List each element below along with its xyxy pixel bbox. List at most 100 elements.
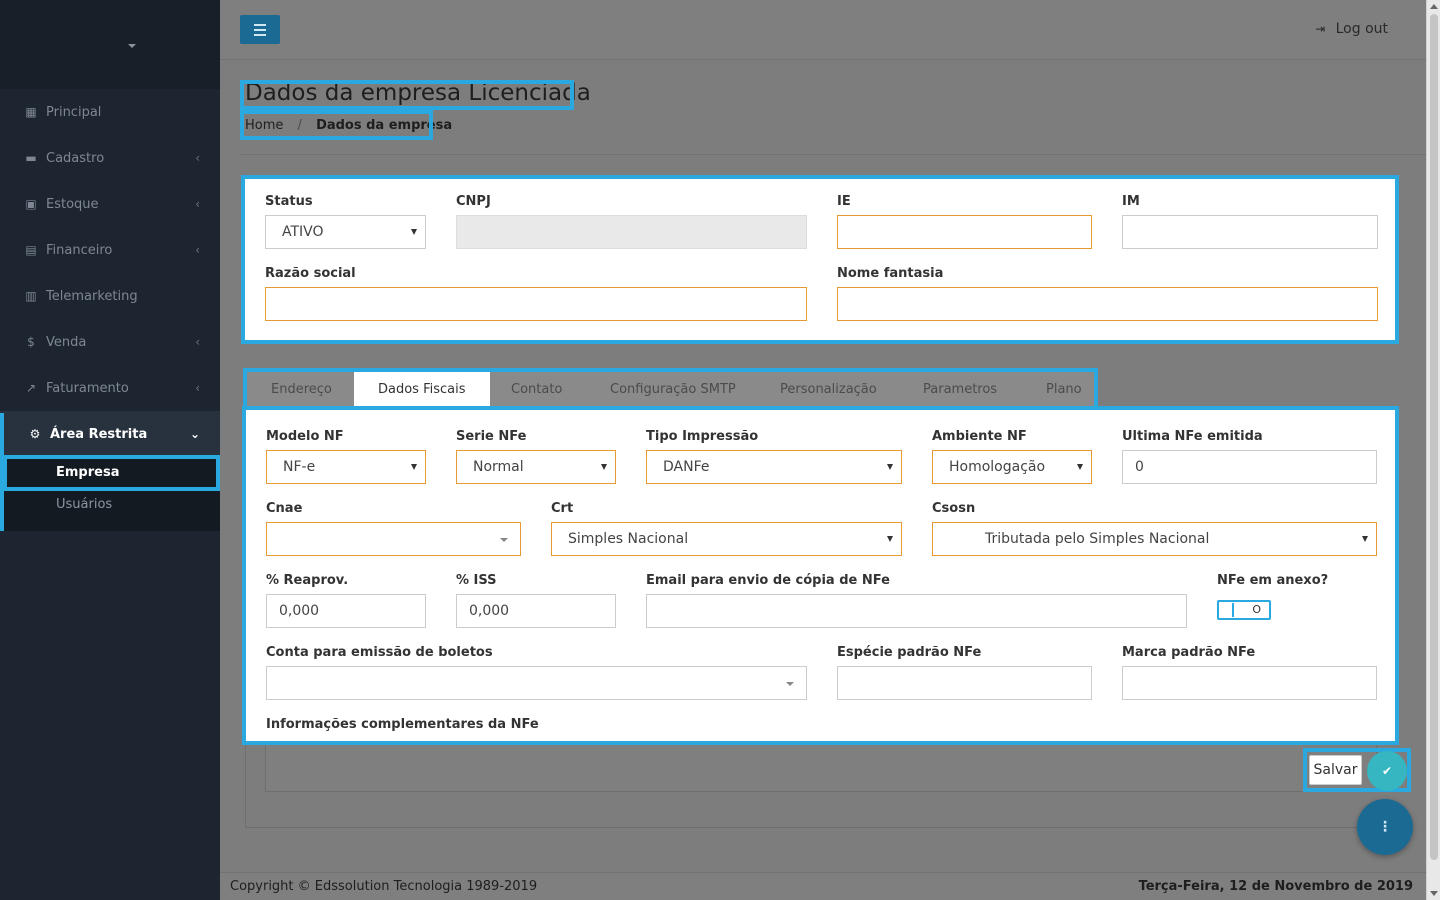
breadcrumb: Home / Dados da empresa (245, 118, 452, 133)
crt-select[interactable]: Simples Nacional (551, 522, 902, 556)
calendar-icon: ▥ (25, 289, 37, 303)
sidebar-item-estoque[interactable]: ▣ Estoque ‹ (0, 181, 220, 227)
sidebar-item-principal[interactable]: ▦ Principal (0, 89, 220, 135)
ultima-nfe-field[interactable]: 0 (1122, 450, 1377, 484)
sidebar-subitem-usuarios[interactable]: Usuários (56, 497, 112, 512)
info-complementares-textarea[interactable] (265, 742, 1377, 792)
sidebar-item-cadastro[interactable]: ▬ Cadastro ‹ (0, 135, 220, 181)
save-button[interactable]: Salvar (1309, 755, 1362, 785)
sidebar-item-label: Principal (46, 104, 102, 120)
tipo-impressao-value: DANFe (663, 459, 710, 475)
sidebar-item-label: Cadastro (46, 150, 105, 166)
ambiente-nf-value: Homologação (949, 459, 1046, 475)
status-label: Status (265, 194, 313, 209)
cnae-select[interactable] (266, 522, 521, 556)
breadcrumb-separator: / (297, 118, 302, 133)
sidebar-item-label: Faturamento (46, 380, 129, 396)
gears-icon: ⚙ (29, 427, 41, 441)
especie-padrao-label: Espécie padrão NFe (837, 645, 982, 660)
sidebar-item-area-restrita[interactable]: ⚙ Área Restrita ⌄ (0, 411, 220, 457)
iss-field[interactable]: 0,000 (456, 594, 616, 628)
reaprov-field[interactable]: 0,000 (266, 594, 426, 628)
scroll-up-icon[interactable] (1430, 4, 1438, 9)
email-copia-field[interactable] (646, 594, 1187, 628)
chevron-left-icon: ‹ (195, 151, 200, 165)
nfe-anexo-toggle[interactable]: O (1217, 600, 1271, 620)
ie-field[interactable] (837, 215, 1092, 249)
status-select[interactable]: ATIVO (265, 215, 426, 249)
scroll-down-icon[interactable] (1430, 891, 1438, 896)
caret-down-icon (887, 536, 893, 542)
sign-out-icon: ⇥ (1315, 22, 1326, 36)
sidebar-item-faturamento[interactable]: ↗ Faturamento ‹ (0, 365, 220, 411)
email-copia-label: Email para envio de cópia de NFe (646, 573, 890, 588)
modelo-nf-value: NF-e (283, 459, 316, 475)
cnpj-field (456, 215, 807, 249)
tab-endereco[interactable]: Endereço (271, 370, 332, 408)
menu-toggle-button[interactable] (240, 15, 280, 44)
caret-down-icon (1077, 464, 1083, 470)
tab-personalizacao[interactable]: Personalização (780, 370, 877, 408)
bank-icon: ▤ (25, 243, 37, 257)
ie-label: IE (837, 194, 851, 209)
caret-down-icon (1362, 536, 1368, 542)
caret-down-icon (500, 538, 508, 542)
sidebar-subitem-empresa[interactable]: Empresa (56, 465, 119, 480)
sidebar-item-venda[interactable]: $ Venda ‹ (0, 319, 220, 365)
im-field[interactable] (1122, 215, 1378, 249)
tab-contato[interactable]: Contato (511, 370, 562, 408)
scrollbar-thumb[interactable] (1430, 14, 1438, 860)
breadcrumb-home[interactable]: Home (245, 118, 283, 133)
chevron-left-icon: ‹ (195, 381, 200, 395)
sidebar-item-telemarketing[interactable]: ▥ Telemarketing (0, 273, 220, 319)
sidebar-item-label: Venda (46, 334, 87, 350)
dashboard-icon: ▦ (25, 105, 37, 119)
caret-down-icon (887, 464, 893, 470)
razao-social-field[interactable] (265, 287, 807, 321)
tipo-impressao-select[interactable]: DANFe (646, 450, 902, 484)
tab-plano[interactable]: Plano (1046, 370, 1082, 408)
marca-padrao-field[interactable] (1122, 666, 1377, 700)
ambiente-nf-label: Ambiente NF (932, 429, 1027, 444)
nfe-anexo-label: NFe em anexo? (1217, 573, 1329, 588)
chevron-left-icon: ‹ (195, 243, 200, 257)
cnae-label: Cnae (266, 501, 303, 516)
toggle-off-text: O (1252, 603, 1261, 616)
serie-nfe-select[interactable]: Normal (456, 450, 616, 484)
modelo-nf-select[interactable]: NF-e (266, 450, 426, 484)
tab-bar: Endereço Dados Fiscais Contato Configura… (247, 370, 1096, 408)
ambiente-nf-select[interactable]: Homologação (932, 450, 1092, 484)
sidebar-profile[interactable] (0, 0, 220, 89)
tipo-impressao-label: Tipo Impressão (646, 429, 759, 444)
tab-configuracao-smtp[interactable]: Configuração SMTP (610, 370, 736, 408)
nome-fantasia-field[interactable] (837, 287, 1378, 321)
csosn-select[interactable]: Tributada pelo Simples Nacional (932, 522, 1377, 556)
especie-padrao-field[interactable] (837, 666, 1092, 700)
copyright-text: Copyright © Edssolution Tecnologia 1989-… (230, 879, 538, 894)
chart-line-icon: ↗ (25, 381, 37, 395)
check-icon[interactable]: ✔ (1367, 751, 1407, 791)
page-title: Dados da empresa Licenciada (245, 80, 591, 106)
breadcrumb-current: Dados da empresa (316, 118, 453, 133)
box-icon: ▣ (25, 197, 37, 211)
marca-padrao-label: Marca padrão NFe (1122, 645, 1256, 660)
conta-boletos-select[interactable] (266, 666, 807, 700)
sidebar-item-financeiro[interactable]: ▤ Financeiro ‹ (0, 227, 220, 273)
logout-link[interactable]: ⇥ Log out (1315, 21, 1388, 37)
modelo-nf-label: Modelo NF (266, 429, 344, 444)
tab-parametros[interactable]: Parametros (923, 370, 997, 408)
footer-date: Terça-Feira, 12 de Novembro de 2019 (1138, 879, 1413, 894)
more-actions-button[interactable]: ⋮ (1357, 799, 1413, 855)
top-bar: ⇥ Log out (220, 0, 1426, 60)
scrollbar[interactable] (1426, 0, 1440, 900)
chevron-down-icon[interactable] (128, 44, 136, 48)
toggle-knob (1220, 603, 1234, 617)
active-indicator (0, 413, 4, 531)
cnpj-label: CNPJ (456, 194, 491, 209)
tab-dados-fiscais[interactable]: Dados Fiscais (354, 370, 490, 408)
caret-down-icon (601, 464, 607, 470)
info-complementares-label: Informações complementares da NFe (266, 717, 539, 732)
iss-label: % ISS (456, 573, 497, 588)
csosn-value: Tributada pelo Simples Nacional (985, 531, 1210, 547)
nome-fantasia-label: Nome fantasia (837, 266, 944, 281)
